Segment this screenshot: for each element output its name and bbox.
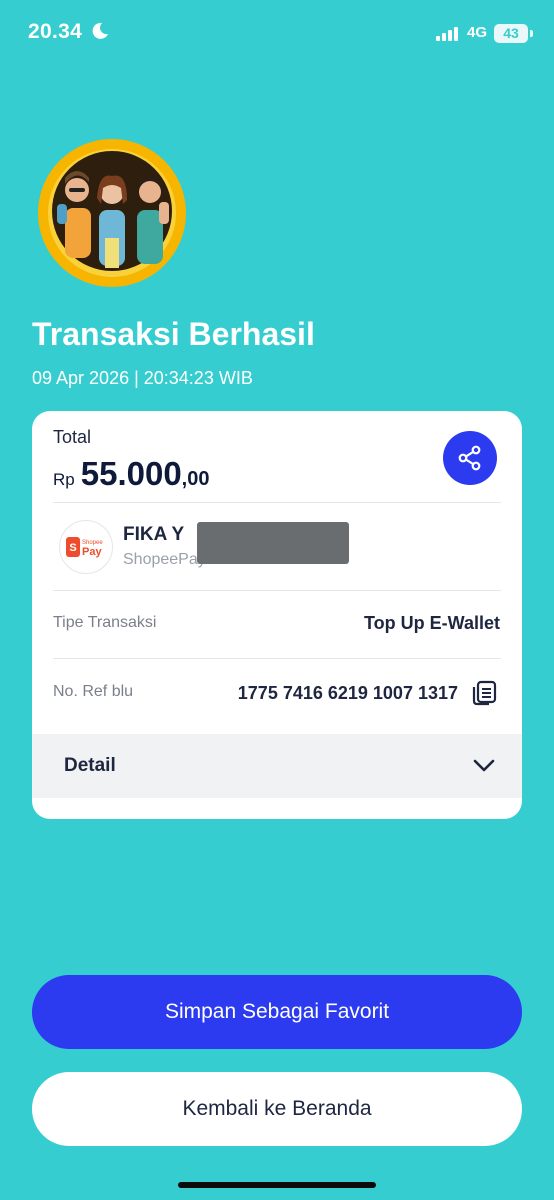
back-home-button[interactable]: Kembali ke Beranda <box>32 1072 522 1146</box>
success-illustration <box>38 139 186 287</box>
share-button[interactable] <box>443 431 497 485</box>
divider <box>53 658 501 659</box>
recipient-name: FIKA Y <box>123 524 185 545</box>
total-amount: Rp 55.000 ,00 <box>53 455 209 493</box>
save-favorite-button[interactable]: Simpan Sebagai Favorit <box>32 975 522 1049</box>
transaction-type-label: Tipe Transaksi <box>53 614 157 631</box>
network-type: 4G <box>467 24 488 41</box>
detail-toggle[interactable]: Detail <box>32 734 522 798</box>
total-label: Total <box>53 427 92 447</box>
divider <box>53 590 501 591</box>
transaction-datetime: 09 Apr 2026 | 20:34:23 WIB <box>32 368 253 388</box>
ref-number-value: 1775 7416 6219 1007 1317 <box>237 683 458 703</box>
status-time: 20.34 <box>28 20 83 43</box>
battery-icon: 43 <box>494 24 528 43</box>
divider <box>53 502 501 503</box>
page-title: Transaksi Berhasil <box>32 316 315 352</box>
ref-number-label: No. Ref blu <box>53 683 134 700</box>
transaction-type-value: Top Up E-Wallet <box>364 613 500 633</box>
amount-decimal: ,00 <box>181 468 210 490</box>
status-bar: 20.34 4G 43 <box>0 0 554 66</box>
moon-icon <box>92 22 108 39</box>
recipient-provider: ShopeePay <box>123 551 206 568</box>
signal-icon <box>436 27 462 41</box>
copy-icon[interactable] <box>471 680 497 706</box>
shopeepay-logo-big: Pay <box>82 546 102 558</box>
battery-tip <box>530 30 533 37</box>
transaction-card: Total Rp 55.000 ,00 S Shopee Pay FIKA Y … <box>32 411 522 819</box>
svg-text:S: S <box>69 542 76 554</box>
amount-main: 55.000 <box>80 455 182 492</box>
currency: Rp <box>53 470 75 489</box>
share-icon <box>458 445 481 471</box>
redaction-box <box>197 522 349 564</box>
detail-label: Detail <box>64 755 116 776</box>
shopeepay-logo: S Shopee Pay <box>59 520 113 574</box>
battery-level: 43 <box>503 25 519 41</box>
home-indicator <box>178 1182 376 1188</box>
chevron-down-icon <box>473 759 495 772</box>
